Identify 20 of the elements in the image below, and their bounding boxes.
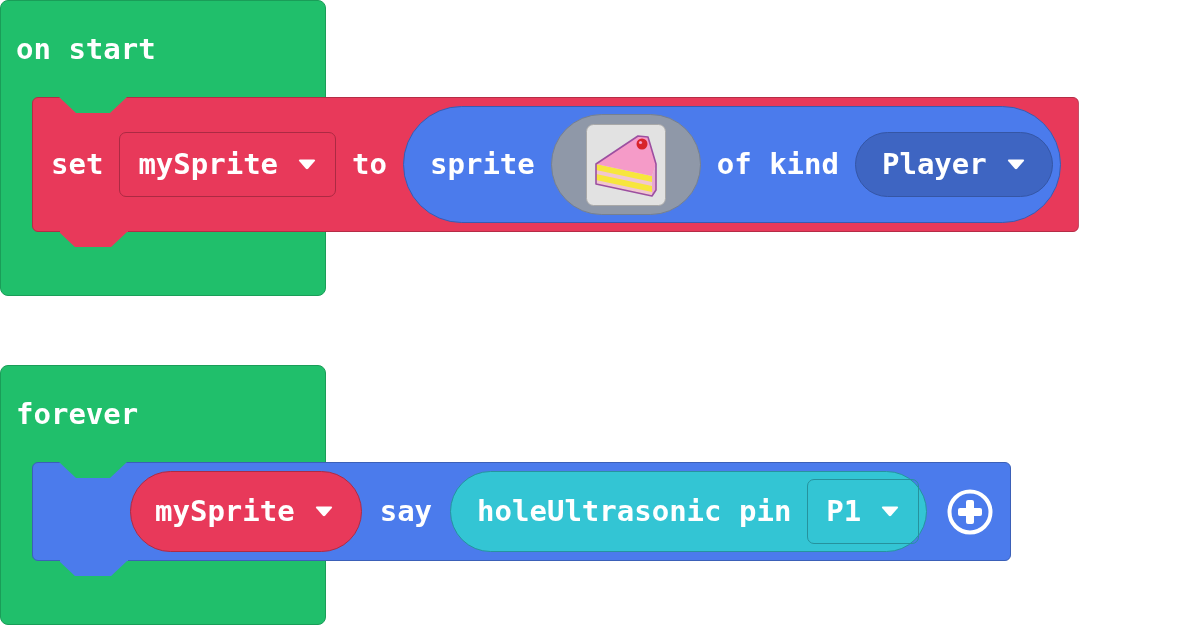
dropdown-field[interactable]: mySprite	[119, 132, 337, 197]
caret-icon	[881, 506, 900, 517]
block-label: set	[51, 150, 104, 179]
plus-icon[interactable]	[947, 488, 994, 535]
dropdown-field[interactable]: Player	[855, 132, 1053, 197]
variable-block[interactable]: mySprite	[130, 471, 362, 552]
hat-label: on start	[16, 34, 156, 64]
block-label: of kind	[716, 150, 839, 179]
block-label: sprite	[430, 150, 535, 179]
caret-icon	[1006, 159, 1025, 170]
hat-label: forever	[16, 399, 139, 429]
block-label: say	[379, 497, 433, 526]
block-label: holeUltrasonic pin	[477, 497, 792, 526]
caret-icon	[298, 159, 317, 170]
cake-icon	[585, 123, 666, 206]
dropdown-field[interactable]: P1	[807, 479, 920, 544]
block-label: to	[352, 150, 387, 179]
reporter-block[interactable]: holeUltrasonic pin P1	[450, 471, 928, 552]
caret-icon	[314, 506, 333, 517]
reporter-block[interactable]: sprite of kind Player	[403, 106, 1061, 223]
